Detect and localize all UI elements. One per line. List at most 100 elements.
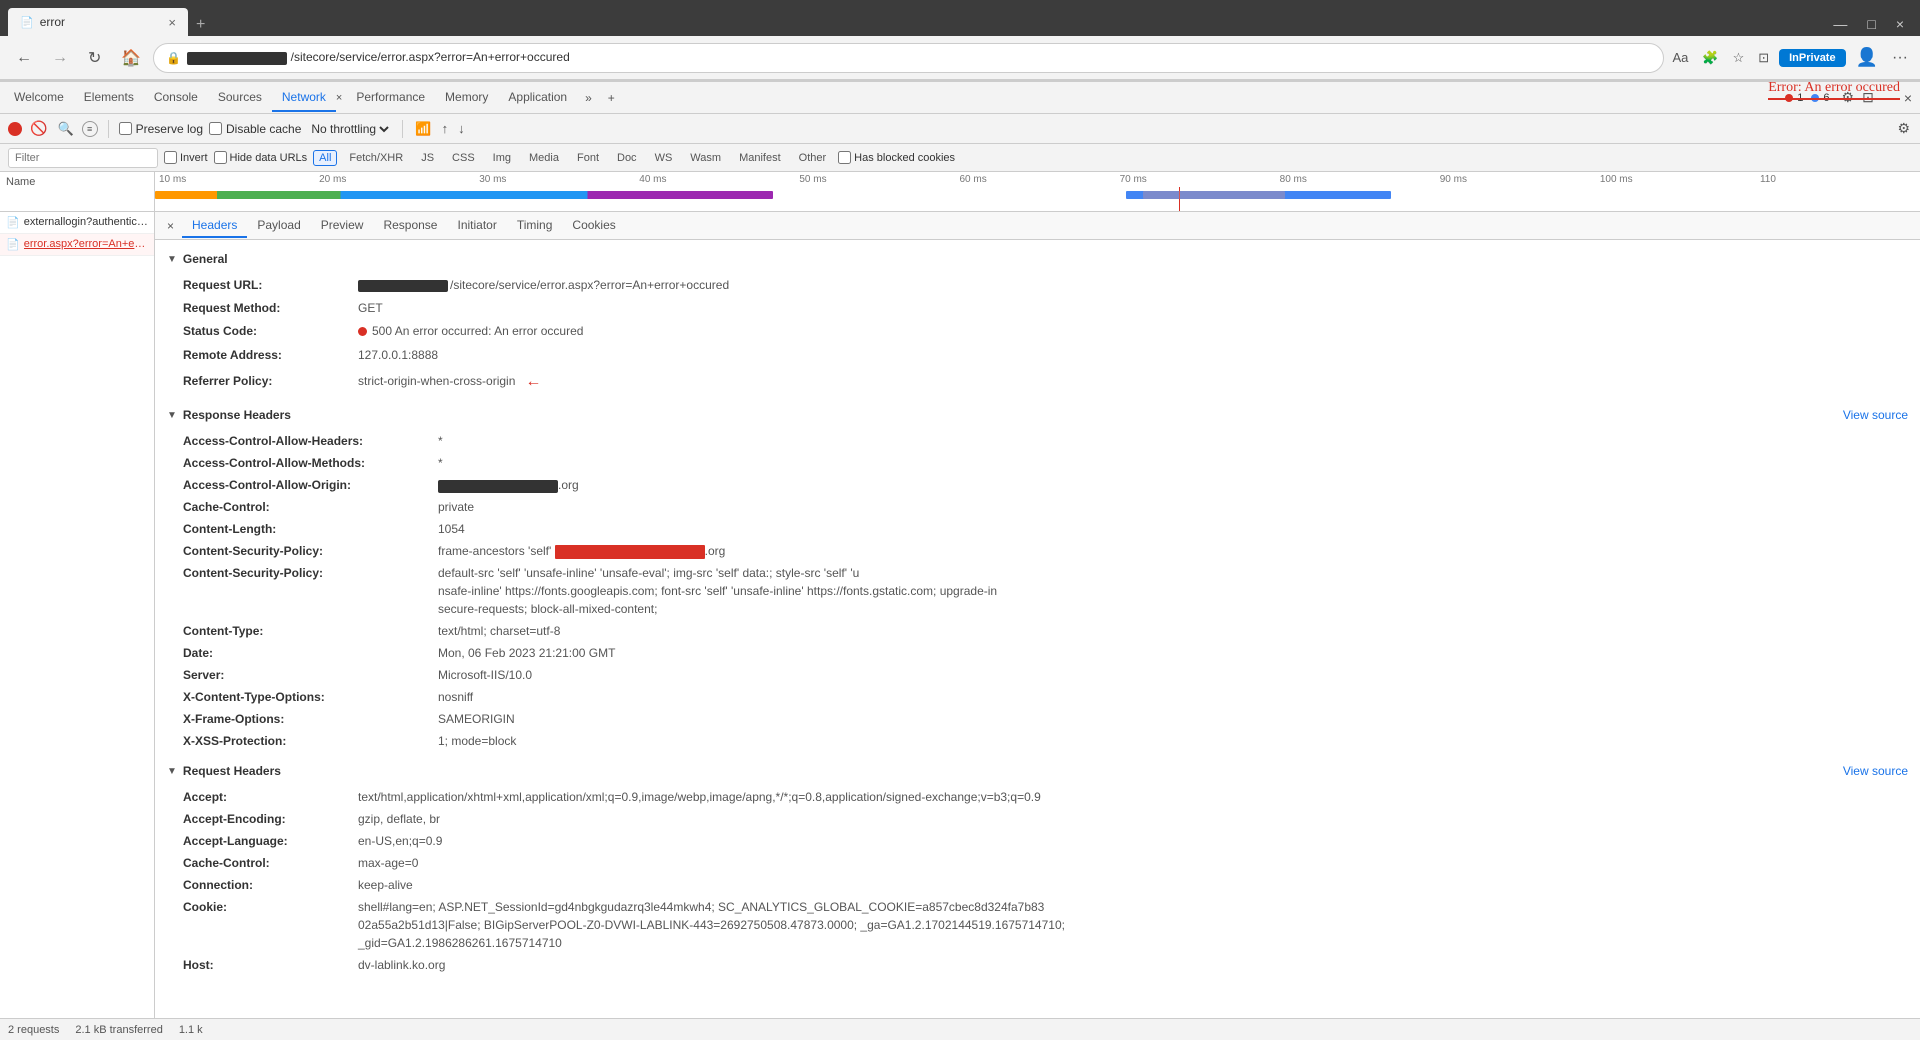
referrer-policy-label: Referrer Policy: (183, 372, 358, 391)
address-prefix (187, 52, 287, 65)
hide-data-checkbox[interactable] (214, 151, 227, 164)
filter-font[interactable]: Font (571, 150, 605, 166)
extensions-button[interactable]: 🧩 (1698, 46, 1722, 70)
response-headers-header[interactable]: ▼ Response Headers View source (167, 404, 1908, 426)
timeline-bar: Name 10 ms 20 ms 30 ms 40 ms 50 ms 60 ms… (0, 172, 1920, 212)
preserve-log-checkbox[interactable] (119, 122, 132, 135)
minimize-button[interactable]: — (1825, 16, 1855, 32)
devtools-tab-memory[interactable]: Memory (435, 84, 498, 112)
filter-other[interactable]: Other (793, 150, 833, 166)
disable-cache-label[interactable]: Disable cache (209, 122, 301, 136)
tab-headers[interactable]: Headers (182, 214, 247, 238)
menu-button[interactable]: ··· (1888, 45, 1912, 71)
profile-button[interactable]: 👤 (1852, 43, 1882, 72)
remote-address-value: 127.0.0.1:8888 (358, 346, 438, 365)
record-button[interactable] (8, 122, 22, 136)
view-source-response[interactable]: View source (1843, 408, 1908, 422)
tab-preview[interactable]: Preview (311, 214, 374, 238)
referrer-policy-value: strict-origin-when-cross-origin (358, 372, 515, 391)
request-method-row: Request Method: GET (183, 297, 1908, 320)
filter-toggle-button[interactable]: 🔍 (55, 119, 75, 139)
devtools-add-tab[interactable]: + (600, 85, 623, 111)
has-blocked-cookies-checkbox[interactable] (838, 151, 851, 164)
filter-ws[interactable]: WS (649, 150, 679, 166)
devtools-tab-elements[interactable]: Elements (74, 84, 144, 112)
response-headers-section: ▼ Response Headers View source Access-Co… (167, 404, 1908, 752)
doc-icon-2: 📄 (6, 238, 20, 251)
filter-all[interactable]: All (313, 150, 337, 166)
filter-fetch-xhr[interactable]: Fetch/XHR (343, 150, 409, 166)
translate-button[interactable]: Aa (1668, 46, 1692, 69)
request-url-row: Request URL: /sitecore/service/error.asp… (183, 274, 1908, 297)
close-window-button[interactable]: × (1888, 16, 1912, 32)
tab-response[interactable]: Response (373, 214, 447, 238)
general-section-header[interactable]: ▼ General (167, 248, 1908, 270)
new-tab-button[interactable]: + (188, 16, 213, 36)
cookie-row: Cookie: shell#lang=en; ASP.NET_SessionId… (183, 896, 1908, 954)
forward-button[interactable]: → (44, 45, 76, 71)
refresh-button[interactable]: ↻ (80, 44, 109, 72)
devtools-more-tabs[interactable]: » (577, 85, 600, 111)
tab-timing[interactable]: Timing (507, 214, 563, 238)
collections-button[interactable]: ⊡ (1754, 46, 1773, 70)
has-blocked-cookies-label[interactable]: Has blocked cookies (838, 151, 955, 164)
hide-data-label[interactable]: Hide data URLs (214, 151, 308, 164)
filter-wasm[interactable]: Wasm (684, 150, 727, 166)
details-close-button[interactable]: × (163, 217, 178, 235)
tab-cookies[interactable]: Cookies (562, 214, 625, 238)
status-code-value: 500 An error occurred: An error occured (372, 322, 583, 341)
devtools-tab-network[interactable]: Network (272, 84, 336, 112)
remote-address-row: Remote Address: 127.0.0.1:8888 (183, 344, 1908, 367)
devtools-tab-welcome[interactable]: Welcome (4, 84, 74, 112)
home-button[interactable]: 🏠 (113, 44, 149, 72)
devtools-tab-application[interactable]: Application (498, 84, 577, 112)
connection-row: Connection: keep-alive (183, 874, 1908, 896)
invert-label[interactable]: Invert (164, 151, 208, 164)
filter-doc[interactable]: Doc (611, 150, 643, 166)
filter-input[interactable] (8, 148, 158, 168)
filter-img[interactable]: Img (487, 150, 517, 166)
download-button[interactable]: ↓ (456, 119, 467, 138)
tab-initiator[interactable]: Initiator (447, 214, 506, 238)
preserve-log-label[interactable]: Preserve log (119, 122, 203, 136)
request-item-2[interactable]: 📄 error.aspx?error=An+error+oc... (0, 234, 154, 256)
tab-payload[interactable]: Payload (247, 214, 310, 238)
tab[interactable]: 📄 error × (8, 8, 188, 36)
invert-checkbox[interactable] (164, 151, 177, 164)
upload-button[interactable]: ↑ (440, 119, 451, 138)
clear-button[interactable]: 🚫 (28, 118, 49, 139)
network-close-icon[interactable]: × (336, 92, 342, 104)
wifi-button[interactable]: 📶 (413, 119, 433, 139)
filter-media[interactable]: Media (523, 150, 565, 166)
devtools-tab-console[interactable]: Console (144, 84, 208, 112)
view-source-request[interactable]: View source (1843, 764, 1908, 778)
throttle-select[interactable]: No throttling Slow 3G Fast 3G Offline (307, 121, 392, 137)
filter-js[interactable]: JS (415, 150, 440, 166)
devtools-close-btn[interactable]: × (1900, 86, 1916, 110)
network-settings-button[interactable]: ⚙ (1895, 118, 1912, 139)
devtools-panel: Welcome Elements Console Sources Network… (0, 80, 1920, 1040)
accept-row: Accept: text/html,application/xhtml+xml,… (183, 786, 1908, 808)
devtools-tab-bar: Welcome Elements Console Sources Network… (0, 82, 1920, 114)
status-code-row: Status Code: 500 An error occurred: An e… (183, 320, 1908, 343)
general-section-body: Request URL: /sitecore/service/error.asp… (167, 274, 1908, 396)
details-content: ▼ General Request URL: /sitecore/service… (155, 240, 1920, 1018)
address-input[interactable]: /sitecore/service/error.aspx?error=An+er… (187, 50, 1651, 64)
back-button[interactable]: ← (8, 45, 40, 71)
xfo-row: X-Frame-Options: SAMEORIGIN (183, 708, 1908, 730)
maximize-button[interactable]: □ (1859, 16, 1883, 32)
filter-manifest[interactable]: Manifest (733, 150, 787, 166)
devtools-tab-sources[interactable]: Sources (208, 84, 272, 112)
favorites-button[interactable]: ☆ (1729, 46, 1749, 70)
tab-close-icon[interactable]: × (168, 15, 176, 30)
devtools-tab-performance[interactable]: Performance (346, 84, 435, 112)
address-path: /sitecore/service/error.aspx?error=An+er… (291, 50, 570, 64)
request-item-1[interactable]: 📄 externallogin?authenticationT... (0, 212, 154, 234)
divider (108, 120, 109, 138)
request-headers-header[interactable]: ▼ Request Headers View source (167, 760, 1908, 782)
content-type-row: Content-Type: text/html; charset=utf-8 (183, 620, 1908, 642)
filter-css[interactable]: CSS (446, 150, 481, 166)
disable-cache-checkbox[interactable] (209, 122, 222, 135)
address-bar[interactable]: 🔒 /sitecore/service/error.aspx?error=An+… (153, 43, 1664, 73)
search-button[interactable]: ≡ (82, 121, 98, 137)
